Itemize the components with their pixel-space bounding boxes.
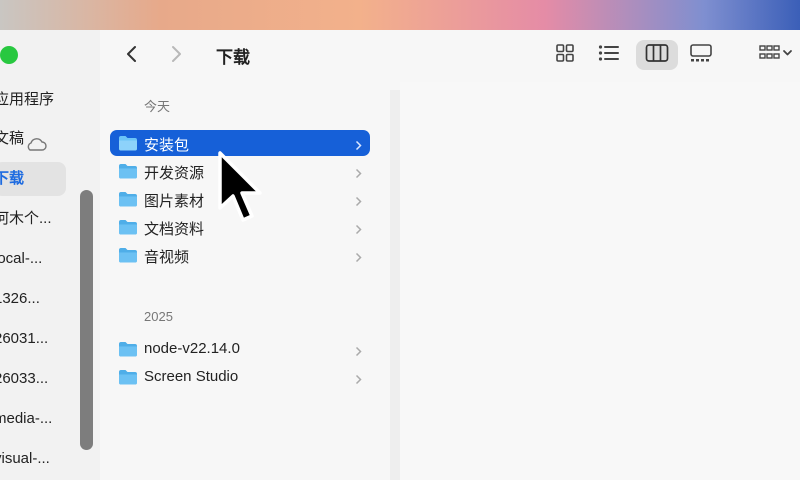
folder-icon — [118, 219, 138, 240]
column-view-button[interactable] — [636, 40, 678, 70]
section-header-today: 今天 — [144, 99, 171, 114]
folder-name: 音视频 — [144, 249, 190, 266]
folder-row-media[interactable]: 音视频 — [110, 242, 370, 268]
folder-icon — [118, 135, 138, 156]
sidebar-item-downloads[interactable]: 下载 — [0, 162, 66, 196]
sidebar-item-8[interactable]: media-... — [0, 402, 64, 436]
folder-name: Screen Studio — [144, 368, 239, 385]
folder-name: 图片素材 — [144, 193, 205, 210]
cloud-icon — [24, 131, 48, 165]
sidebar-item-label: 下载 — [0, 170, 25, 187]
chevron-left-icon — [125, 44, 139, 69]
sidebar-item-label: local-... — [0, 250, 43, 267]
sidebar-item-label: visual-... — [0, 450, 50, 467]
folder-icon — [118, 341, 138, 362]
folder-row-node[interactable]: node-v22.14.0 — [110, 336, 370, 362]
folder-name: 开发资源 — [144, 165, 205, 182]
window-title: 下载 — [216, 48, 250, 67]
sidebar-item-label: 何木个... — [0, 210, 52, 227]
forward-button[interactable] — [162, 42, 190, 70]
sidebar-item-6[interactable]: 26031... — [0, 322, 64, 356]
folder-icon — [118, 369, 138, 390]
group-button[interactable] — [754, 40, 798, 70]
folder-icon — [118, 191, 138, 212]
folder-name: 安装包 — [144, 137, 190, 154]
list-view-button[interactable] — [592, 40, 626, 70]
grid-view-icon — [555, 43, 575, 68]
sidebar-item-3[interactable]: 何木个... — [0, 202, 64, 236]
sidebar-item-applications[interactable]: 应用程序 — [0, 83, 64, 117]
folder-icon — [118, 247, 138, 268]
folder-name: 文档资料 — [144, 221, 205, 238]
sidebar-item-label: 26033... — [0, 370, 49, 387]
icon-view-button[interactable] — [548, 40, 582, 70]
finder-window: 应用程序 文稿 下载 何木个... local-... 1326... 2603… — [0, 30, 800, 480]
zoom-window-button[interactable] — [0, 46, 18, 64]
sidebar: 应用程序 文稿 下载 何木个... local-... 1326... 2603… — [0, 30, 100, 480]
chevron-right-icon — [355, 372, 362, 390]
sidebar-scrollbar[interactable] — [80, 190, 93, 450]
folder-icon — [118, 163, 138, 184]
folder-row-screen-studio[interactable]: Screen Studio — [110, 364, 370, 390]
group-icon — [758, 43, 794, 68]
sidebar-item-label: 26031... — [0, 330, 49, 347]
list-view-icon — [598, 44, 620, 67]
chevron-right-icon — [355, 222, 362, 240]
chevron-right-icon — [355, 250, 362, 268]
mouse-pointer-icon — [216, 150, 266, 235]
chevron-right-icon — [355, 194, 362, 212]
column-view-icon — [645, 43, 669, 68]
sidebar-item-5[interactable]: 1326... — [0, 282, 64, 316]
sidebar-item-label: 1326... — [0, 290, 40, 307]
sidebar-item-label: media-... — [0, 410, 53, 427]
folder-name: node-v22.14.0 — [144, 340, 240, 357]
gallery-view-icon — [689, 43, 713, 68]
section-header-2025: 2025 — [144, 309, 173, 324]
sidebar-item-9[interactable]: visual-... — [0, 442, 64, 476]
preview-column — [400, 82, 800, 480]
chevron-right-icon — [169, 44, 183, 69]
sidebar-item-documents[interactable]: 文稿 — [0, 122, 64, 156]
sidebar-item-7[interactable]: 26033... — [0, 362, 64, 396]
sidebar-item-label: 文稿 — [0, 130, 25, 147]
toolbar: 下载 — [100, 30, 800, 82]
sidebar-item-4[interactable]: local-... — [0, 242, 64, 276]
chevron-right-icon — [355, 344, 362, 362]
back-button[interactable] — [118, 42, 146, 70]
sidebar-item-label: 应用程序 — [0, 91, 55, 108]
chevron-right-icon — [355, 166, 362, 184]
gallery-view-button[interactable] — [684, 40, 718, 70]
folder-column: 今天 安装包 开发资源 图片素材 文档资料 音视频 2025 node-v22.… — [100, 82, 390, 480]
column-divider[interactable] — [390, 90, 400, 480]
chevron-right-icon — [355, 138, 362, 156]
